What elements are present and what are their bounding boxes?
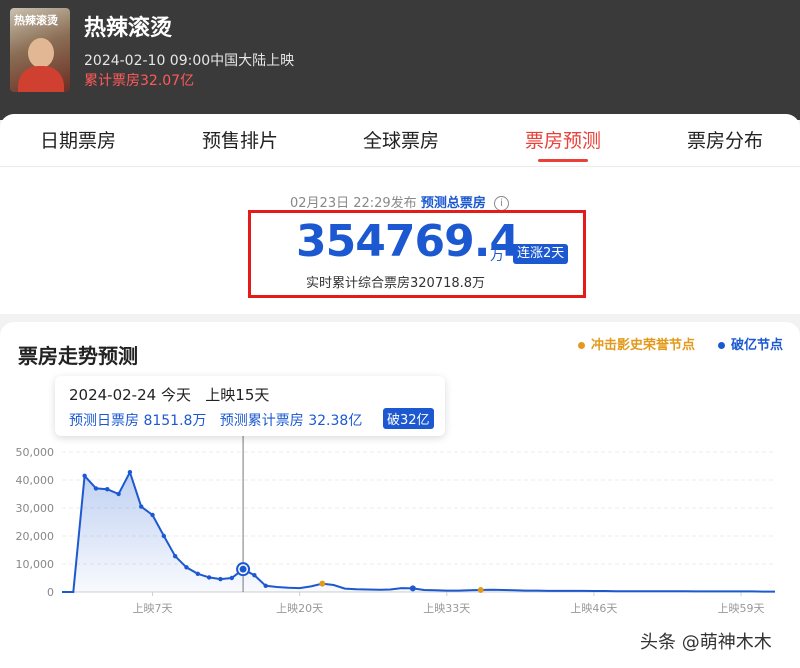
x-tick-label: 上映46天 xyxy=(570,602,617,615)
data-point xyxy=(116,491,121,497)
data-point xyxy=(139,504,144,509)
data-point xyxy=(229,575,234,581)
data-point xyxy=(218,576,223,582)
y-tick-label: 0 xyxy=(47,586,54,599)
data-point xyxy=(184,565,189,570)
watermark: 头条 @萌神木木 xyxy=(640,632,772,653)
data-point xyxy=(82,473,87,478)
x-tick-label: 上映7天 xyxy=(133,602,173,615)
data-point xyxy=(252,573,257,578)
trend-area xyxy=(62,472,775,592)
y-tick-label: 40,000 xyxy=(16,474,55,487)
y-tick-label: 20,000 xyxy=(16,530,55,543)
chart-tooltip: 2024-02-24 今天 上映15天 预测日票房 8151.8万 预测累计票房… xyxy=(55,376,445,436)
history-node-marker xyxy=(477,587,484,594)
y-tick-label: 50,000 xyxy=(16,446,55,459)
trend-chart[interactable]: 50,000 40,000 30,000 20,000 10,000 0 上映7天 上映20天… xyxy=(0,0,800,668)
tooltip-cumulative: 预测累计票房 32.38亿 xyxy=(219,413,363,429)
data-point xyxy=(150,512,155,518)
data-point xyxy=(93,486,99,491)
history-node-marker xyxy=(319,580,326,587)
data-point xyxy=(105,487,110,492)
data-point xyxy=(206,575,212,580)
selected-point xyxy=(239,565,247,573)
x-tick-label: 上映59天 xyxy=(718,602,765,615)
tooltip-daily: 预测日票房 8151.8万 xyxy=(69,413,207,429)
yi-node-marker xyxy=(409,585,416,592)
data-point xyxy=(195,571,201,576)
tooltip-date: 2024-02-24 xyxy=(69,386,157,404)
tooltip-badge: 破32亿 xyxy=(383,408,434,429)
x-tick-label: 上映20天 xyxy=(276,602,323,615)
data-point xyxy=(172,553,178,559)
tooltip-values-line: 预测日票房 8151.8万 预测累计票房 32.38亿 xyxy=(69,410,362,430)
tooltip-days: 上映15天 xyxy=(205,386,270,404)
data-point xyxy=(127,469,133,475)
x-tick-label: 上映33天 xyxy=(423,602,470,615)
tooltip-date-line: 2024-02-24 今天 上映15天 xyxy=(69,384,269,405)
data-point xyxy=(161,533,167,539)
tooltip-today: 今天 xyxy=(160,386,191,404)
data-point xyxy=(263,583,268,589)
y-tick-label: 30,000 xyxy=(16,502,55,515)
y-tick-label: 10,000 xyxy=(16,558,55,571)
